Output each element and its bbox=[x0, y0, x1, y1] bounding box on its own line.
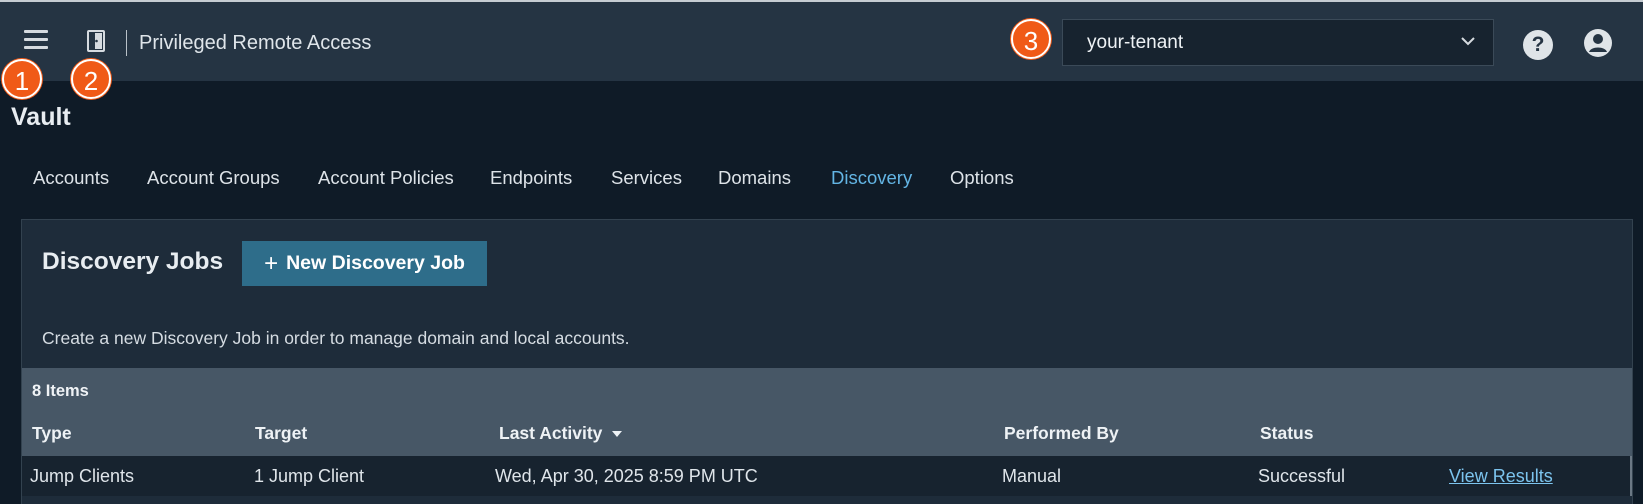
new-discovery-job-button[interactable]: + New Discovery Job bbox=[242, 241, 487, 286]
cell-type: Jump Clients bbox=[30, 466, 135, 486]
scrollbar[interactable] bbox=[1630, 456, 1632, 496]
column-header-target[interactable]: Target bbox=[255, 423, 307, 444]
cell-target: 1 Jump Client bbox=[254, 466, 365, 486]
app-title: Privileged Remote Access bbox=[139, 32, 372, 54]
discovery-jobs-title: Discovery Jobs bbox=[42, 248, 224, 275]
tab-accounts[interactable]: Accounts bbox=[33, 167, 109, 189]
tab-discovery[interactable]: Discovery bbox=[831, 167, 912, 189]
table-row: Jump Clients 1 Jump Client Wed, Apr 30, … bbox=[22, 456, 1632, 496]
sort-descending-icon bbox=[612, 431, 623, 438]
page-title: Vault bbox=[11, 103, 71, 131]
cell-status: Successful bbox=[1258, 466, 1346, 486]
help-icon[interactable]: ? bbox=[1523, 30, 1553, 60]
new-discovery-job-label: New Discovery Job bbox=[286, 252, 465, 274]
user-account-icon[interactable] bbox=[1583, 28, 1613, 58]
tab-services[interactable]: Services bbox=[611, 167, 682, 189]
tab-account-groups[interactable]: Account Groups bbox=[147, 167, 280, 189]
discovery-description: Create a new Discovery Job in order to m… bbox=[42, 328, 630, 348]
column-header-type[interactable]: Type bbox=[32, 423, 72, 444]
column-header-last-activity[interactable]: Last Activity bbox=[499, 423, 623, 444]
column-header-performed-by[interactable]: Performed By bbox=[1004, 423, 1119, 444]
tenant-value: your-tenant bbox=[1087, 32, 1184, 53]
app-door-icon[interactable] bbox=[85, 29, 109, 53]
tab-domains[interactable]: Domains bbox=[718, 167, 791, 189]
callout-badge-1: 1 bbox=[2, 59, 42, 99]
column-header-status[interactable]: Status bbox=[1260, 423, 1313, 444]
callout-badge-3: 3 bbox=[1011, 19, 1051, 59]
header-divider bbox=[126, 30, 127, 56]
column-header-last-activity-label: Last Activity bbox=[499, 423, 603, 443]
cell-performed-by: Manual bbox=[1002, 466, 1062, 486]
tab-endpoints[interactable]: Endpoints bbox=[490, 167, 572, 189]
view-results-link[interactable]: View Results bbox=[1449, 466, 1553, 487]
tab-account-policies[interactable]: Account Policies bbox=[318, 167, 454, 189]
plus-icon: + bbox=[264, 249, 279, 277]
cell-last-activity: Wed, Apr 30, 2025 8:59 PM UTC bbox=[495, 466, 758, 486]
table-header: 8 Items Type Target Last Activity Perfor… bbox=[22, 368, 1632, 456]
tab-options[interactable]: Options bbox=[950, 167, 1014, 189]
tenant-select[interactable]: your-tenant bbox=[1062, 19, 1494, 66]
callout-badge-2: 2 bbox=[71, 59, 111, 99]
discovery-panel: Discovery Jobs + New Discovery Job Creat… bbox=[21, 219, 1633, 504]
menu-icon[interactable] bbox=[24, 30, 48, 50]
chevron-down-icon bbox=[1461, 37, 1475, 46]
top-bar: Privileged Remote Access your-tenant ? bbox=[0, 0, 1643, 81]
items-count: 8 Items bbox=[32, 382, 89, 400]
